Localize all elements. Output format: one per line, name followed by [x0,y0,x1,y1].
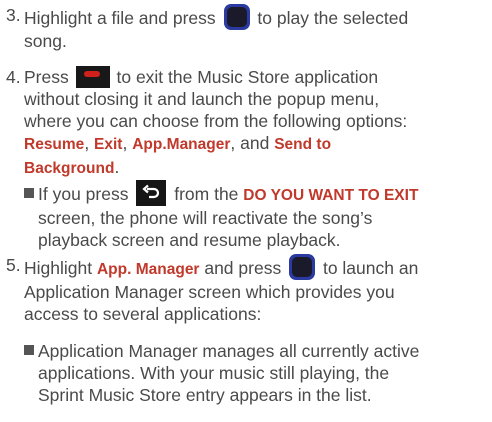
option-resume: Resume [24,136,85,153]
step-number: 3. [6,5,21,25]
bullet-square [24,345,34,355]
step-4-bullet: If you press from the DO YOU WANT TO EXI… [24,180,488,251]
option-background: Background [24,160,115,177]
screen-name: DO YOU WANT TO EXIT [243,187,419,204]
ok-key-icon [223,4,250,30]
option-app-manager: App.Manager [132,136,231,153]
step-number: 4. [6,67,21,87]
step-5-bullet: Application Manager manages all currentl… [24,340,488,406]
step-5-text: Highlight App. Manager and press to laun… [24,254,488,325]
option-send-to: Send to [274,136,332,153]
back-key-icon [136,180,167,206]
option-exit: Exit [94,136,123,153]
app-manager-label: App. Manager [96,261,200,278]
step-3-text: Highlight a file and press to play the s… [24,4,488,52]
step-4-text: Press to exit the Music Store applicatio… [24,66,408,177]
step-number: 5. [6,255,21,275]
end-key-icon [75,66,110,88]
ok-key-icon [289,254,316,280]
bullet-square [24,188,34,198]
